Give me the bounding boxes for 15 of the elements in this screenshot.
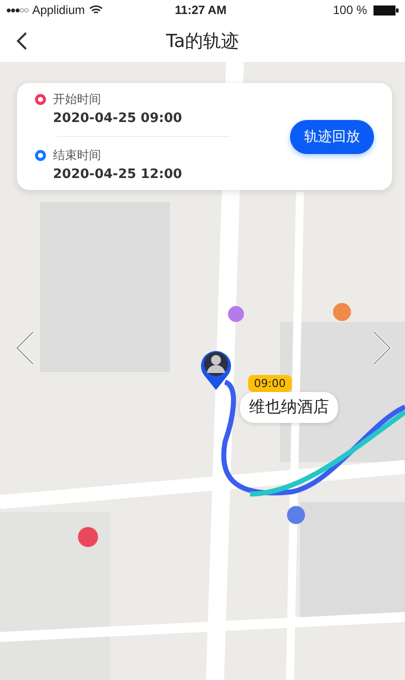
time-value: 2020-04-25 09:00 xyxy=(52,111,184,126)
time-badge: 09:00 xyxy=(248,375,292,392)
page-title: Ta的轨迹 xyxy=(166,30,240,53)
replay-button[interactable]: 轨迹回放 xyxy=(290,120,374,154)
battery-icon xyxy=(373,4,399,16)
time-value: 2020-04-25 12:00 xyxy=(52,167,184,182)
battery-level: 100 % xyxy=(332,3,367,17)
clock-time: 11:27 AM xyxy=(174,3,228,17)
back-icon[interactable] xyxy=(16,31,28,51)
wifi-icon xyxy=(88,5,103,15)
time-label: 结束时间 xyxy=(53,147,101,164)
time-label: 开始时间 xyxy=(53,91,101,108)
carrier-name: Applidium xyxy=(32,3,85,17)
place-label: 维也纳酒店 xyxy=(240,392,338,423)
signal-indicator: ●●●○○ xyxy=(6,5,28,15)
